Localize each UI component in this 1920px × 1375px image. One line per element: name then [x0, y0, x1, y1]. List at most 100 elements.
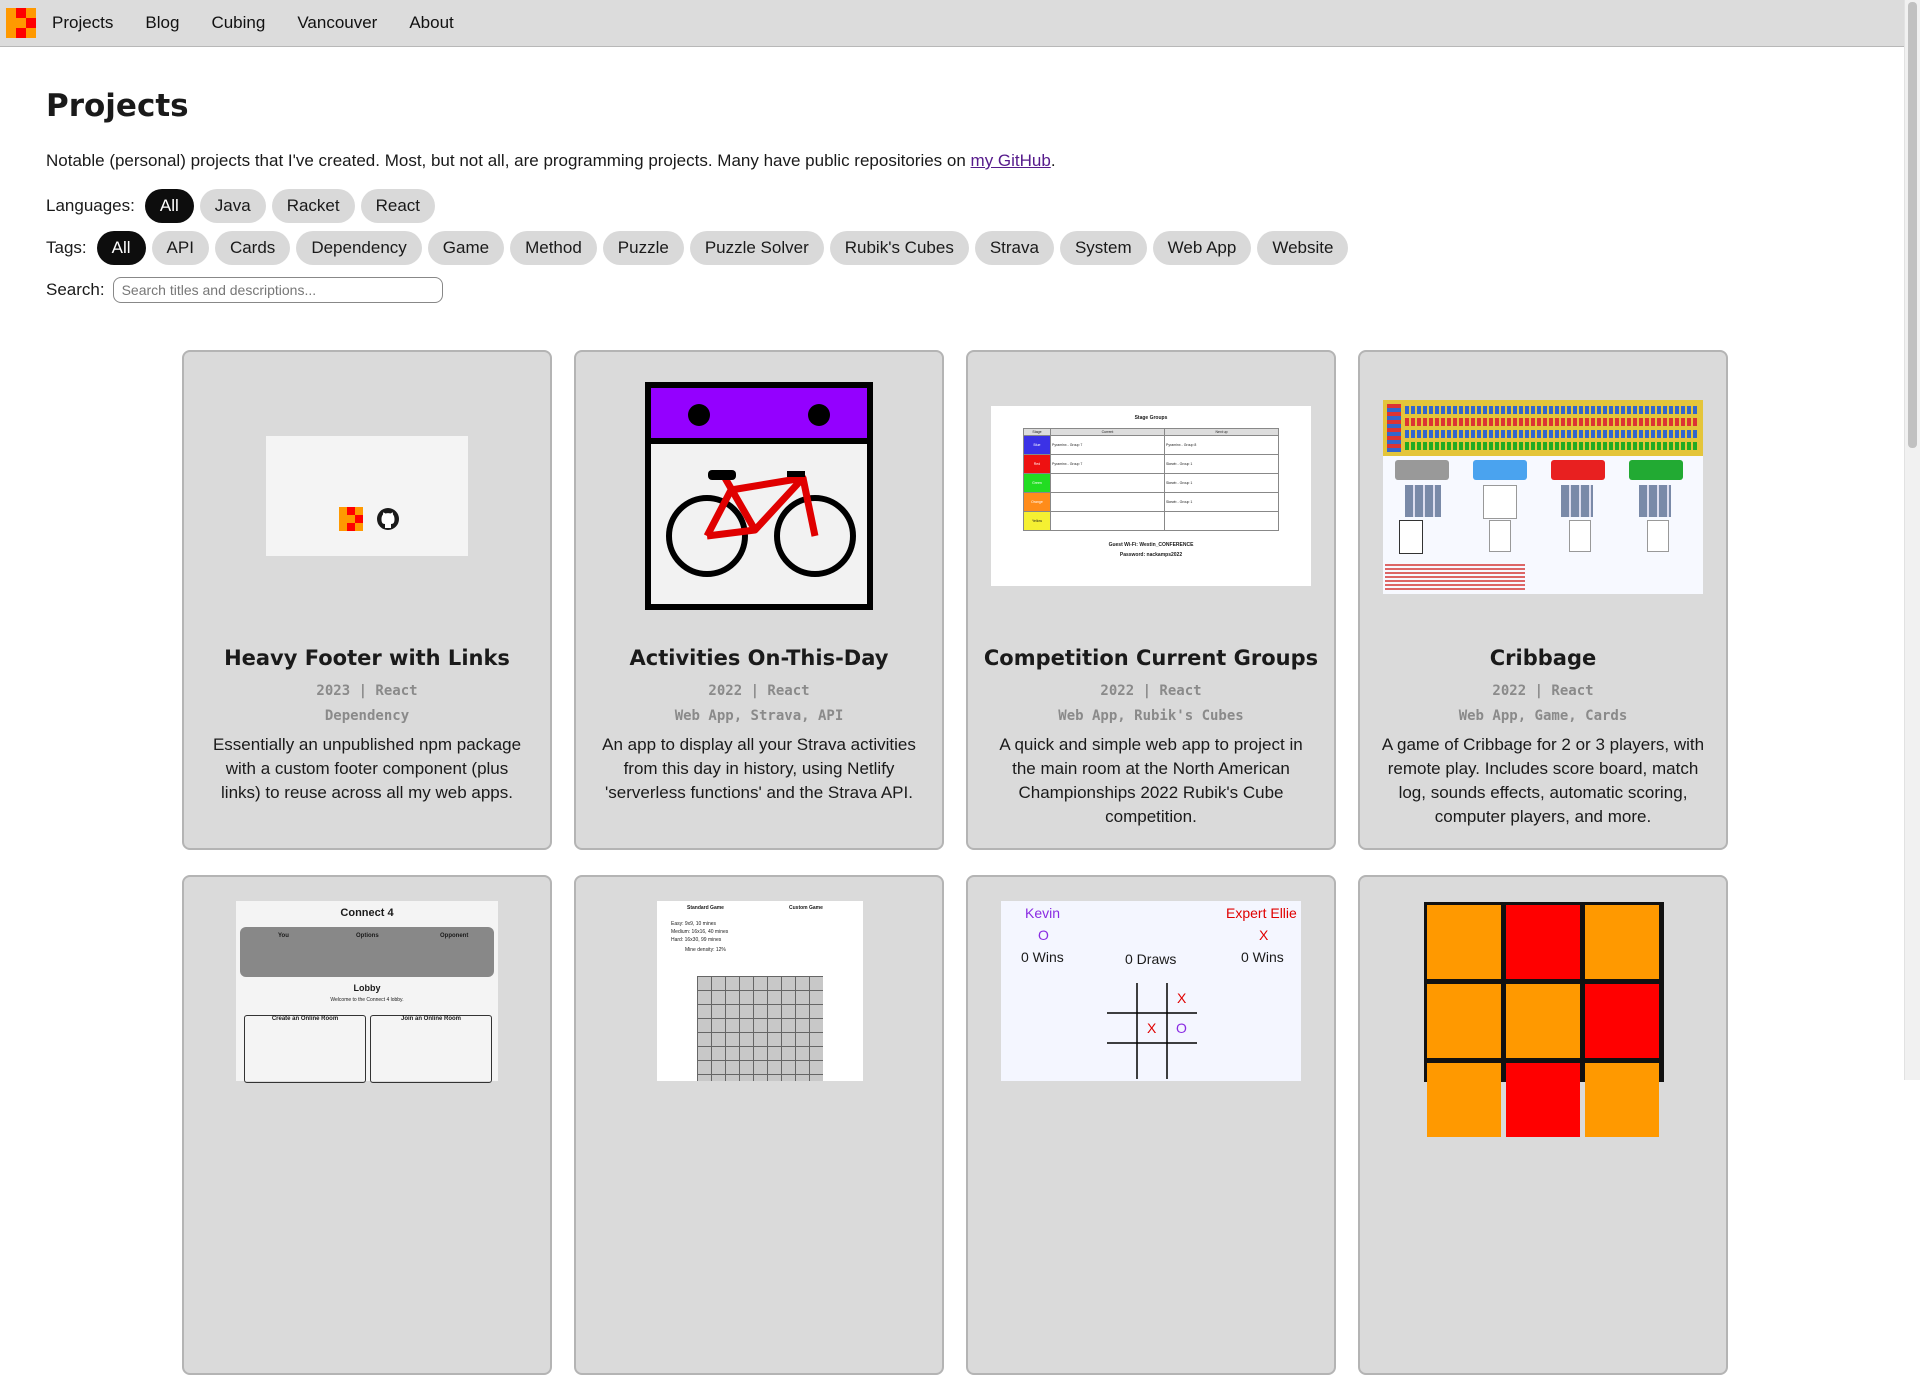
connect4-title: Connect 4 [340, 907, 394, 919]
language-pill-all[interactable]: All [144, 189, 194, 223]
project-year-language: 2022 | React [1100, 683, 1202, 699]
tag-pill-cards[interactable]: Cards [214, 231, 291, 265]
intro-end: . [1050, 151, 1056, 170]
project-tags: Web App, Rubik's Cubes [1058, 708, 1244, 724]
connect4-welcome: Welcome to the Connect 4 lobby. [330, 997, 404, 1003]
project-description: An app to display all your Strava activi… [602, 735, 916, 802]
project-title: Heavy Footer with Links [224, 646, 510, 670]
project-card-competition-groups[interactable]: Stage Groups Stage Current Next up Blue … [966, 350, 1336, 850]
languages-label: Languages: [46, 196, 135, 215]
nav-about[interactable]: About [409, 13, 453, 33]
groups-col-current: Current [1050, 428, 1165, 436]
svg-text:X: X [1147, 1020, 1157, 1036]
project-tags: Web App, Game, Cards [1458, 708, 1628, 724]
scrollbar-thumb[interactable] [1908, 2, 1917, 448]
ttt-player1-mark: O [1038, 927, 1049, 943]
groups-password: Password: nackamps2022 [1119, 552, 1183, 558]
project-title: Activities On-This-Day [629, 646, 889, 670]
groups-col-next: Next up [1164, 428, 1279, 436]
search-row: Search: [46, 273, 1876, 307]
ttt-player2: Expert Ellie [1226, 905, 1297, 921]
project-card-cribbage[interactable]: Cribbage 2022 | React Web App, Game, Car… [1358, 350, 1728, 850]
groups-current [1050, 492, 1165, 512]
project-description: Essentially an unpublished npm package w… [212, 735, 522, 802]
search-input[interactable] [112, 277, 443, 303]
groups-next: Pyraminx - Group 8 [1164, 435, 1279, 455]
connect4-options: You Options Opponent [240, 927, 494, 977]
ttt-player2-wins: 0 Wins [1241, 949, 1284, 965]
connect4-you: You [278, 933, 289, 939]
groups-stage: Green [1023, 473, 1051, 493]
project-year-language: 2022 | React [708, 683, 810, 699]
language-pill-racket[interactable]: Racket [271, 189, 355, 223]
groups-title: Stage Groups [1134, 415, 1168, 421]
tag-pill-rubiks-cubes[interactable]: Rubik's Cubes [829, 231, 969, 265]
svg-text:O: O [1176, 1020, 1187, 1036]
project-card-activities[interactable]: Activities On-This-Day 2022 | React Web … [574, 350, 944, 850]
ms-medium: Medium: 16x16, 40 mines [671, 929, 729, 935]
groups-current [1050, 511, 1165, 531]
tag-pill-puzzle-solver[interactable]: Puzzle Solver [689, 231, 824, 265]
groups-stage: Blue [1023, 435, 1051, 455]
project-card-tictactoe[interactable]: Kevin O 0 Wins 0 Draws Expert Ellie X 0 … [966, 875, 1336, 1375]
nav-projects[interactable]: Projects [52, 13, 113, 33]
github-icon [377, 508, 399, 530]
groups-next: Skewb - Group 1 [1164, 454, 1279, 474]
groups-stage: Orange [1023, 492, 1051, 512]
tag-pill-game[interactable]: Game [427, 231, 505, 265]
tag-pill-api[interactable]: API [151, 231, 209, 265]
project-thumbnail [266, 436, 468, 556]
tag-pill-system[interactable]: System [1059, 231, 1147, 265]
tictactoe-screenshot: Kevin O 0 Wins 0 Draws Expert Ellie X 0 … [1001, 901, 1301, 1081]
groups-stage: Yellow [1023, 511, 1051, 531]
project-card-connect4[interactable]: Connect 4 You Options Opponent Lobby Wel… [182, 875, 552, 1375]
tag-pill-dependency[interactable]: Dependency [296, 231, 422, 265]
project-card-heavy-footer[interactable]: Heavy Footer with Links 2023 | React Dep… [182, 350, 552, 850]
tag-pill-website[interactable]: Website [1257, 231, 1349, 265]
project-title: Cribbage [1489, 646, 1597, 670]
languages-filter: Languages: All Java Racket React [46, 189, 1876, 223]
tag-pill-web-app[interactable]: Web App [1152, 231, 1252, 265]
connect4-lobby: Lobby [353, 983, 381, 993]
ms-custom: Custom Game [789, 905, 823, 911]
project-description: A game of Cribbage for 2 or 3 players, w… [1381, 735, 1705, 826]
project-card-rubiks[interactable] [1358, 875, 1728, 1375]
page-scrollbar[interactable] [1904, 0, 1920, 1080]
groups-current: Pyraminx - Group 7 [1050, 454, 1165, 474]
language-pill-react[interactable]: React [360, 189, 436, 223]
bike-calendar-icon [645, 382, 873, 610]
tag-pill-strava[interactable]: Strava [974, 231, 1054, 265]
ms-standard: Standard Game [687, 905, 724, 911]
cribbage-board [1383, 400, 1703, 456]
groups-next: Skewb - Group 1 [1164, 473, 1279, 493]
tag-pill-puzzle[interactable]: Puzzle [602, 231, 684, 265]
minesweeper-screenshot: Standard Game Custom Game Easy: 9x9, 10 … [657, 901, 863, 1081]
nav-blog[interactable]: Blog [145, 13, 179, 33]
project-tags: Dependency [324, 708, 410, 724]
connect4-opponent: Opponent [440, 933, 469, 939]
ttt-player1-wins: 0 Wins [1021, 949, 1064, 965]
tags-filter: Tags: All API Cards Dependency Game Meth… [46, 231, 1876, 265]
site-logo-icon [339, 507, 363, 531]
rubiks-face-icon [1424, 902, 1664, 1137]
groups-stage: Red [1023, 454, 1051, 474]
site-logo-icon[interactable] [6, 8, 36, 38]
nav-cubing[interactable]: Cubing [211, 13, 265, 33]
nav-vancouver[interactable]: Vancouver [297, 13, 377, 33]
minesweeper-grid [697, 976, 823, 1081]
language-pill-java[interactable]: Java [199, 189, 266, 223]
tag-pill-all[interactable]: All [96, 231, 146, 265]
connect4-join: Join an Online Room [370, 1015, 492, 1083]
groups-next [1164, 511, 1279, 531]
connect4-screenshot: Connect 4 You Options Opponent Lobby Wel… [236, 901, 498, 1083]
main-content: Projects Notable (personal) projects tha… [46, 46, 1876, 307]
cribbage-screenshot [1383, 400, 1703, 594]
ms-hard: Hard: 16x30, 99 mines [671, 937, 722, 943]
project-year-language: 2023 | React [316, 683, 418, 699]
github-link[interactable]: my GitHub [971, 151, 1051, 170]
tag-pill-method[interactable]: Method [510, 231, 597, 265]
ttt-player1: Kevin [1025, 905, 1061, 921]
connect4-options-label: Options [356, 933, 379, 939]
project-card-minesweeper[interactable]: Standard Game Custom Game Easy: 9x9, 10 … [574, 875, 944, 1375]
groups-screenshot: Stage Groups Stage Current Next up Blue … [991, 406, 1311, 586]
